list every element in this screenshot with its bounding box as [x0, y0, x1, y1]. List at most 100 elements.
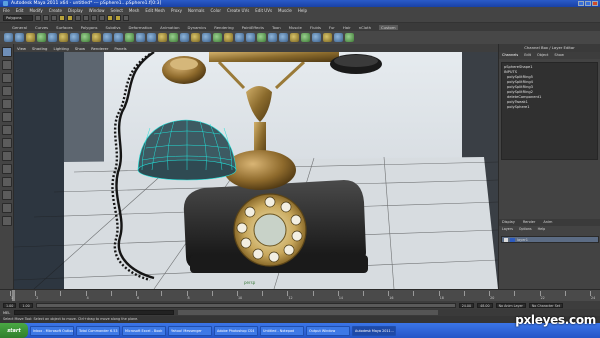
shelf-tool-icon[interactable]	[48, 33, 57, 42]
menu-help[interactable]: Help	[298, 8, 307, 13]
range-slider[interactable]	[35, 302, 456, 308]
menu-muscle[interactable]: Muscle	[278, 8, 292, 13]
shelf-tool-icon[interactable]	[235, 33, 244, 42]
taskbar-item[interactable]: Microsoft Excel - Book	[122, 325, 166, 336]
rotate-tool-icon[interactable]	[2, 99, 12, 109]
taskbar-item[interactable]: Adobe Photoshop CS4	[214, 325, 258, 336]
shelf-tab-custom[interactable]: Custom	[379, 24, 398, 30]
render-settings-icon[interactable]	[123, 15, 129, 21]
layer-tab-anim[interactable]: Anim	[543, 219, 552, 226]
layer-color-swatch[interactable]	[510, 237, 515, 242]
layer-tab-display[interactable]: Display	[502, 219, 515, 226]
taskbar-item[interactable]: Output Window	[306, 325, 350, 336]
menu-window[interactable]: Window	[89, 8, 105, 13]
menu-proxy[interactable]: Proxy	[171, 8, 182, 13]
shelf-tool-icon[interactable]	[323, 33, 332, 42]
shelf-tool-icon[interactable]	[246, 33, 255, 42]
open-scene-icon[interactable]	[43, 15, 49, 21]
menu-create-uvs[interactable]: Create UVs	[227, 8, 249, 13]
render-icon[interactable]	[107, 15, 113, 21]
shelf-tool-icon[interactable]	[279, 33, 288, 42]
shelf-tab-hair[interactable]: Hair	[343, 25, 351, 30]
single-view-layout-icon[interactable]	[2, 151, 12, 161]
panel-menu-panels[interactable]: Panels	[114, 46, 126, 51]
taskbar-item[interactable]: Untitled - Notepad	[260, 325, 304, 336]
end-time-field[interactable]: 48.00	[477, 302, 493, 308]
shelf-tool-icon[interactable]	[169, 33, 178, 42]
menu-modify[interactable]: Modify	[29, 8, 42, 13]
shelf-tab-muscle[interactable]: Muscle	[289, 25, 302, 30]
shelf-tool-icon[interactable]	[345, 33, 354, 42]
shelf-tab-deformation[interactable]: Deformation	[128, 25, 152, 30]
shelf-tool-icon[interactable]	[125, 33, 134, 42]
channel-tab-object[interactable]: Object	[537, 52, 548, 59]
shelf-tool-icon[interactable]	[290, 33, 299, 42]
menu-file[interactable]: File	[3, 8, 10, 13]
shelf-tool-icon[interactable]	[180, 33, 189, 42]
shelf-tool-icon[interactable]	[158, 33, 167, 42]
panel-menu-view[interactable]: View	[17, 46, 26, 51]
snap-point-icon[interactable]	[99, 15, 105, 21]
time-slider[interactable]: 1 2 4 6 8 10 12 14 16 18 20 22 24	[0, 289, 600, 302]
taskbar-item[interactable]: Total Commander 6.53	[76, 325, 120, 336]
select-hierarchy-icon[interactable]	[59, 15, 65, 21]
channel-tab-edit[interactable]: Edit	[524, 52, 531, 59]
menu-create[interactable]: Create	[49, 8, 62, 13]
taskbar-item[interactable]: Autodesk Maya 2011...	[352, 325, 396, 336]
shelf-tool-icon[interactable]	[4, 33, 13, 42]
render-view-layout-icon[interactable]	[2, 216, 12, 226]
shelf-tab-ncloth[interactable]: nCloth	[359, 25, 371, 30]
menu-select[interactable]: Select	[111, 8, 123, 13]
shelf-tool-icon[interactable]	[136, 33, 145, 42]
layer-menu-layers[interactable]: Layers	[502, 226, 513, 232]
menu-mesh[interactable]: Mesh	[129, 8, 140, 13]
channel-tab-channels[interactable]: Channels	[502, 52, 518, 59]
snap-grid-icon[interactable]	[83, 15, 89, 21]
menu-set-dropdown[interactable]: Polygons	[3, 15, 33, 21]
shelf-tool-icon[interactable]	[301, 33, 310, 42]
new-scene-icon[interactable]	[35, 15, 41, 21]
shelf-tab-curves[interactable]: Curves	[35, 25, 48, 30]
shelf-tab-animation[interactable]: Animation	[160, 25, 179, 30]
menu-display[interactable]: Display	[68, 8, 83, 13]
start-time-field[interactable]: 1.00	[3, 302, 17, 308]
select-object-icon[interactable]	[67, 15, 73, 21]
save-scene-icon[interactable]	[51, 15, 57, 21]
lasso-tool-icon[interactable]	[2, 60, 12, 70]
close-button[interactable]	[592, 1, 598, 6]
persp-graph-layout-icon[interactable]	[2, 190, 12, 200]
panel-menu-renderer[interactable]: Renderer	[91, 46, 108, 51]
shelf-tool-icon[interactable]	[26, 33, 35, 42]
shelf-tab-polygons[interactable]: Polygons	[81, 25, 98, 30]
shelf-tool-icon[interactable]	[312, 33, 321, 42]
four-view-layout-icon[interactable]	[2, 164, 12, 174]
manipulator-tool-icon[interactable]	[2, 125, 12, 135]
move-tool-icon[interactable]	[2, 86, 12, 96]
shelf-tab-toon[interactable]: Toon	[272, 25, 281, 30]
shelf-tab-general[interactable]: General	[12, 25, 27, 30]
menu-color[interactable]: Color	[211, 8, 221, 13]
shelf-tool-icon[interactable]	[147, 33, 156, 42]
shelf-tab-painteffects[interactable]: PaintEffects	[242, 25, 264, 30]
select-tool-icon[interactable]	[2, 47, 12, 57]
shelf-tool-icon[interactable]	[37, 33, 46, 42]
shelf-tool-icon[interactable]	[114, 33, 123, 42]
command-language-label[interactable]: MEL	[3, 311, 10, 315]
shelf-tool-icon[interactable]	[257, 33, 266, 42]
menu-edit-uvs[interactable]: Edit UVs	[255, 8, 272, 13]
playback-start-field[interactable]: 1.00	[19, 302, 33, 308]
scale-tool-icon[interactable]	[2, 112, 12, 122]
maximize-button[interactable]	[585, 1, 591, 6]
shelf-tool-icon[interactable]	[103, 33, 112, 42]
ipr-render-icon[interactable]	[115, 15, 121, 21]
shelf-tab-fur[interactable]: Fur	[329, 25, 335, 30]
channel-box-item[interactable]: polySphere1	[504, 105, 595, 110]
playback-end-field[interactable]: 24.00	[458, 302, 475, 308]
minimize-button[interactable]	[578, 1, 584, 6]
shelf-tab-surfaces[interactable]: Surfaces	[56, 25, 72, 30]
shelf-tool-icon[interactable]	[92, 33, 101, 42]
shelf-tab-rendering[interactable]: Rendering	[214, 25, 233, 30]
taskbar-item[interactable]: Inbox - Microsoft Outlook	[30, 325, 74, 336]
visibility-toggle[interactable]	[504, 237, 508, 242]
anim-layer-dropdown[interactable]: No Anim Layer	[495, 302, 526, 308]
